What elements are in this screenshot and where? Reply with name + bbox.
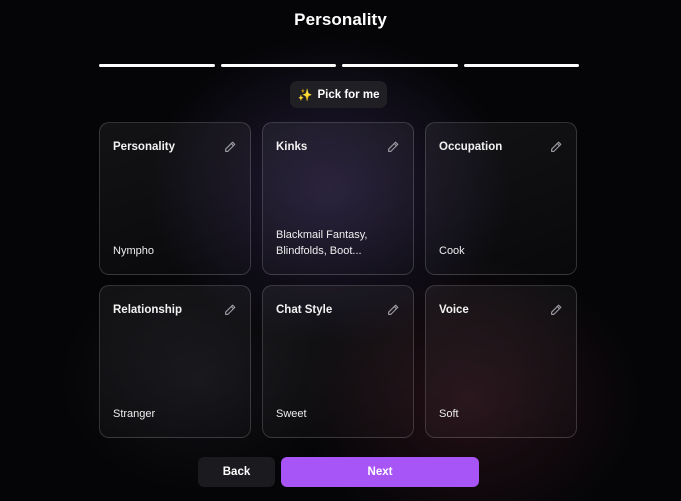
pencil-icon[interactable] xyxy=(223,303,237,317)
pencil-icon[interactable] xyxy=(549,303,563,317)
sparkles-icon: ✨ xyxy=(297,87,313,102)
card-kinks[interactable]: Kinks Blackmail Fantasy, Blindfolds, Boo… xyxy=(262,122,414,275)
card-chat-style[interactable]: Chat Style Sweet xyxy=(262,285,414,438)
card-relationship[interactable]: Relationship Stranger xyxy=(99,285,251,438)
card-value: Cook xyxy=(439,245,465,257)
card-personality[interactable]: Personality Nympho xyxy=(99,122,251,275)
trait-card-grid: Personality Nympho Kinks Blackmail Fanta… xyxy=(99,122,579,438)
card-value: Blackmail Fantasy, Blindfolds, Boot... xyxy=(276,229,368,257)
card-label: Chat Style xyxy=(276,304,333,316)
card-voice[interactable]: Voice Soft xyxy=(425,285,577,438)
card-label: Voice xyxy=(439,304,469,316)
pencil-icon[interactable] xyxy=(386,140,400,154)
card-value: Sweet xyxy=(276,408,307,420)
pencil-icon[interactable] xyxy=(223,140,237,154)
progress-step-4 xyxy=(463,64,579,67)
pencil-icon[interactable] xyxy=(549,140,563,154)
pick-for-me-label: Pick for me xyxy=(317,88,380,101)
card-label: Occupation xyxy=(439,141,503,153)
card-value: Soft xyxy=(439,408,459,420)
progress-step-3 xyxy=(342,64,458,67)
pick-for-me-button[interactable]: ✨ Pick for me xyxy=(290,81,387,108)
card-value: Stranger xyxy=(113,408,156,420)
back-button[interactable]: Back xyxy=(198,457,275,487)
card-occupation[interactable]: Occupation Cook xyxy=(425,122,577,275)
pencil-icon[interactable] xyxy=(386,303,400,317)
card-value: Nympho xyxy=(113,245,154,257)
next-button[interactable]: Next xyxy=(281,457,479,487)
step-progress-bar xyxy=(99,64,579,67)
card-label: Kinks xyxy=(276,141,308,153)
page-title: Personality xyxy=(294,10,387,29)
card-label: Relationship xyxy=(113,304,183,316)
card-label: Personality xyxy=(113,141,175,153)
progress-step-2 xyxy=(220,64,336,67)
progress-step-1 xyxy=(99,64,215,67)
